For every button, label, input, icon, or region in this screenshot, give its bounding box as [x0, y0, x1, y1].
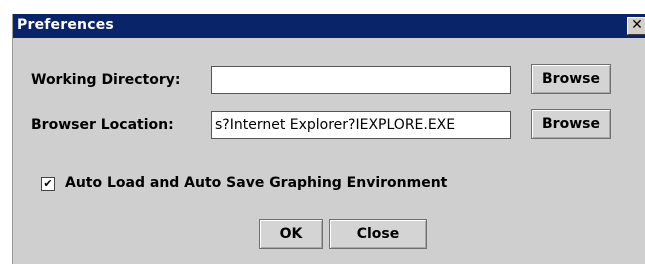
- browser-location-input[interactable]: s?Internet Explorer?IEXPLORE.EXE: [211, 111, 511, 139]
- working-directory-browse-label: Browse: [542, 71, 600, 87]
- close-button[interactable]: Close: [329, 219, 427, 249]
- browser-location-label: Browser Location:: [31, 117, 174, 133]
- browser-location-browse-label: Browse: [542, 116, 600, 132]
- dialog-title: Preferences: [17, 17, 114, 33]
- ok-button[interactable]: OK: [259, 219, 323, 249]
- preferences-dialog: Preferences ✕ Working Directory: Browse …: [12, 14, 645, 264]
- auto-save-label[interactable]: Auto Load and Auto Save Graphing Environ…: [65, 175, 447, 191]
- close-icon: ✕: [631, 17, 643, 33]
- working-directory-browse-button[interactable]: Browse: [531, 64, 611, 94]
- browser-location-browse-button[interactable]: Browse: [531, 109, 611, 139]
- title-bar[interactable]: Preferences ✕: [13, 14, 645, 38]
- ok-button-label: OK: [279, 226, 303, 242]
- working-directory-label: Working Directory:: [31, 72, 181, 88]
- working-directory-input[interactable]: [211, 66, 511, 94]
- auto-save-checkbox[interactable]: ✔: [41, 177, 55, 191]
- close-window-button[interactable]: ✕: [627, 17, 645, 35]
- checkmark-icon: ✔: [43, 177, 53, 190]
- close-button-label: Close: [356, 226, 400, 242]
